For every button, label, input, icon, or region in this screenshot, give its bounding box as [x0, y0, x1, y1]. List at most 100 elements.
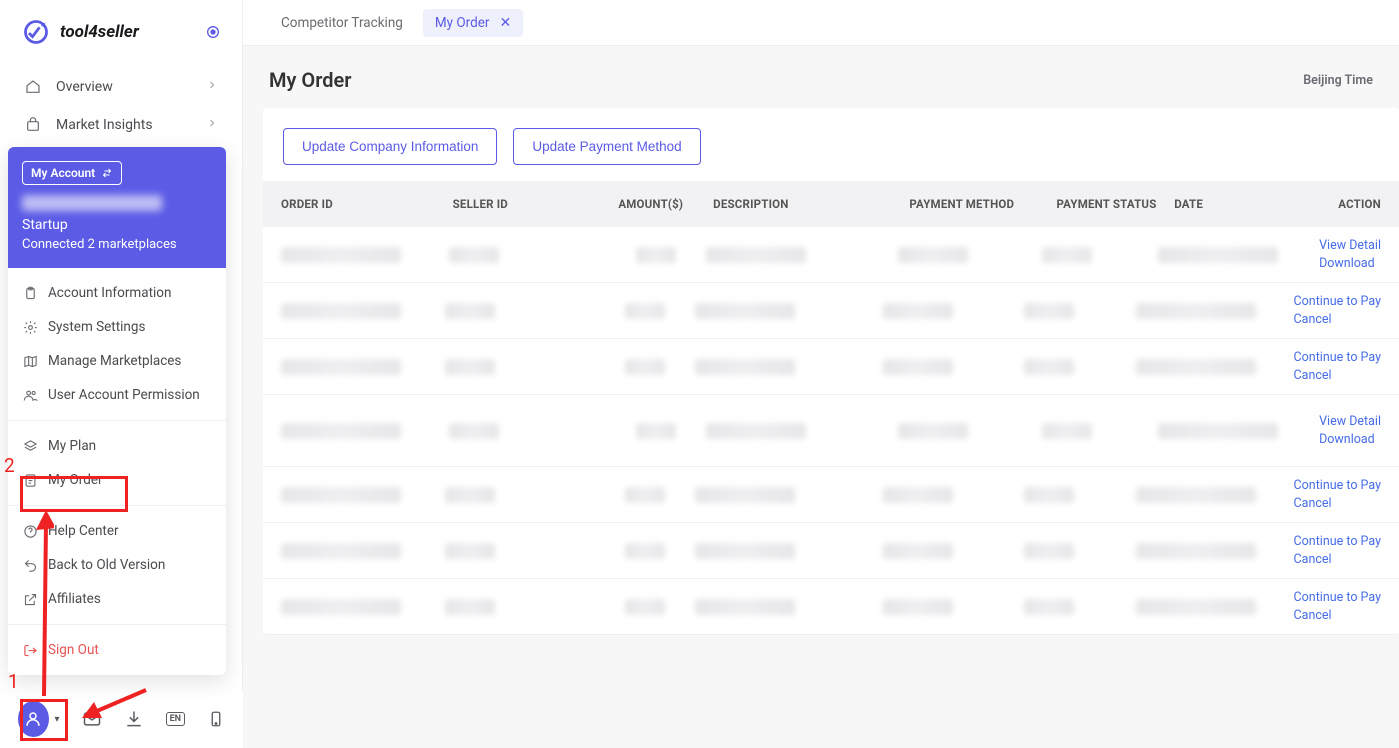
- redacted-cell: [1042, 247, 1092, 263]
- menu-affiliates[interactable]: Affiliates: [8, 582, 226, 616]
- row-action-primary[interactable]: View Detail: [1319, 238, 1381, 253]
- mail-icon[interactable]: [82, 709, 102, 729]
- nav-overview[interactable]: Overview: [12, 68, 230, 106]
- redacted-cell: [883, 303, 953, 319]
- row-action-primary[interactable]: View Detail: [1319, 414, 1381, 429]
- order-card: Update Company Information Update Paymen…: [263, 108, 1399, 635]
- timezone-label: Beijing Time: [1303, 73, 1373, 88]
- update-payment-button[interactable]: Update Payment Method: [513, 128, 700, 165]
- logo-text: tool4seller: [60, 22, 139, 42]
- menu-help-center[interactable]: Help Center: [8, 514, 226, 548]
- redacted-cell: [898, 423, 968, 439]
- popup-section-account: Account Information System Settings Mana…: [8, 268, 226, 421]
- update-company-button[interactable]: Update Company Information: [283, 128, 497, 165]
- my-account-badge[interactable]: My Account: [22, 161, 122, 185]
- table-header: ORDER ID SELLER ID AMOUNT($) DESCRIPTION…: [263, 181, 1399, 227]
- menu-label: Help Center: [48, 523, 119, 539]
- popup-section-plan: My Plan My Order: [8, 421, 226, 506]
- redacted-cell: [625, 303, 665, 319]
- table-row: Continue to Pay Cancel: [263, 467, 1399, 523]
- mobile-icon[interactable]: [207, 709, 225, 729]
- redacted-cell: [281, 247, 401, 263]
- menu-account-information[interactable]: Account Information: [8, 276, 226, 310]
- clipboard-icon: [22, 285, 38, 301]
- table-row: View Detail Download: [263, 395, 1399, 467]
- col-amount: AMOUNT($): [605, 197, 713, 211]
- redacted-cell: [706, 247, 806, 263]
- redacted-cell: [1024, 543, 1074, 559]
- menu-system-settings[interactable]: System Settings: [8, 310, 226, 344]
- row-action-secondary[interactable]: Download: [1319, 256, 1381, 271]
- col-action: ACTION: [1326, 197, 1381, 211]
- redacted-cell: [1158, 423, 1278, 439]
- annotation-number-1: 1: [8, 670, 19, 693]
- menu-sign-out[interactable]: Sign Out: [8, 633, 226, 667]
- account-popup: My Account Startup Connected 2 marketpla…: [8, 147, 226, 675]
- redacted-cell: [883, 543, 953, 559]
- redacted-cell: [695, 359, 795, 375]
- menu-label: Account Information: [48, 285, 171, 301]
- tab-label: My Order: [435, 15, 490, 31]
- table-row: View Detail Download: [263, 227, 1399, 283]
- language-selector[interactable]: EN: [166, 709, 185, 729]
- table-row: Continue to Pay Cancel: [263, 283, 1399, 339]
- close-icon[interactable]: ✕: [499, 15, 511, 31]
- target-icon[interactable]: [204, 23, 222, 41]
- redacted-cell: [445, 359, 495, 375]
- redacted-cell: [1024, 599, 1074, 615]
- tab-label: Competitor Tracking: [281, 15, 403, 31]
- row-action-secondary[interactable]: Cancel: [1294, 368, 1381, 383]
- table-row: Continue to Pay Cancel: [263, 339, 1399, 395]
- logo-icon: [22, 18, 50, 46]
- redacted-cell: [636, 423, 676, 439]
- menu-my-plan[interactable]: My Plan: [8, 429, 226, 463]
- row-action-primary[interactable]: Continue to Pay: [1294, 478, 1381, 493]
- row-action-primary[interactable]: Continue to Pay: [1294, 350, 1381, 365]
- redacted-cell: [281, 487, 401, 503]
- menu-label: User Account Permission: [48, 387, 200, 403]
- row-action-primary[interactable]: Continue to Pay: [1294, 534, 1381, 549]
- popup-section-signout: Sign Out: [8, 625, 226, 675]
- row-action-secondary[interactable]: Cancel: [1294, 608, 1381, 623]
- redacted-cell: [1042, 423, 1092, 439]
- redacted-cell: [695, 543, 795, 559]
- row-action-primary[interactable]: Continue to Pay: [1294, 294, 1381, 309]
- chevron-right-icon: [206, 79, 218, 95]
- nav-market-insights[interactable]: Market Insights: [12, 106, 230, 144]
- menu-label: My Plan: [48, 438, 96, 454]
- language-label: EN: [166, 712, 185, 726]
- redacted-cell: [281, 543, 401, 559]
- connected-label: Connected 2 marketplaces: [22, 237, 212, 252]
- row-action-secondary[interactable]: Cancel: [1294, 312, 1381, 327]
- redacted-cell: [883, 359, 953, 375]
- redacted-cell: [281, 303, 401, 319]
- menu-back-old-version[interactable]: Back to Old Version: [8, 548, 226, 582]
- redacted-cell: [695, 487, 795, 503]
- tab-competitor-tracking[interactable]: Competitor Tracking: [269, 9, 415, 37]
- download-icon[interactable]: [124, 709, 144, 729]
- col-date: DATE: [1174, 197, 1326, 211]
- swap-icon: [101, 167, 113, 179]
- account-avatar-button[interactable]: [18, 701, 49, 737]
- col-order-id: ORDER ID: [281, 197, 453, 211]
- menu-manage-marketplaces[interactable]: Manage Marketplaces: [8, 344, 226, 378]
- bottom-bar: ▾ EN: [0, 690, 243, 748]
- row-action-secondary[interactable]: Download: [1319, 432, 1381, 447]
- col-payment-method: PAYMENT METHOD: [909, 197, 1056, 211]
- page-header: My Order Beijing Time: [243, 46, 1399, 108]
- redacted-cell: [1024, 303, 1074, 319]
- tab-my-order[interactable]: My Order ✕: [423, 9, 523, 37]
- annotation-number-2: 2: [4, 454, 15, 477]
- menu-my-order[interactable]: My Order: [8, 463, 226, 497]
- menu-user-permission[interactable]: User Account Permission: [8, 378, 226, 412]
- row-action-primary[interactable]: Continue to Pay: [1294, 590, 1381, 605]
- menu-label: System Settings: [48, 319, 145, 335]
- row-action-secondary[interactable]: Cancel: [1294, 496, 1381, 511]
- redacted-cell: [449, 423, 499, 439]
- redacted-cell: [883, 599, 953, 615]
- redacted-cell: [695, 599, 795, 615]
- redacted-cell: [1136, 487, 1256, 503]
- row-action-secondary[interactable]: Cancel: [1294, 552, 1381, 567]
- menu-label: Affiliates: [48, 591, 101, 607]
- redacted-cell: [625, 599, 665, 615]
